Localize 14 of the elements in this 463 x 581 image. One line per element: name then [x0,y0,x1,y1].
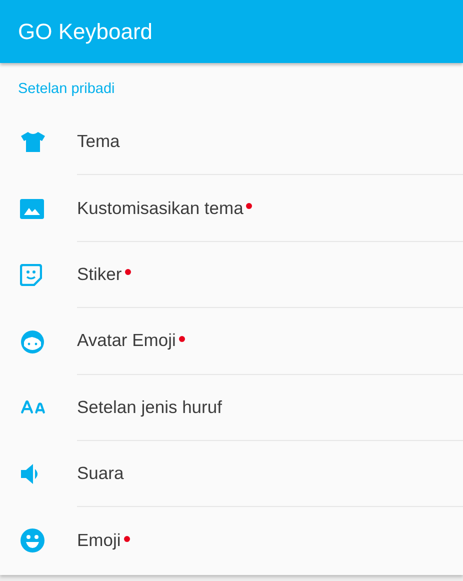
app-title: GO Keyboard [18,18,153,44]
section-title: Setelan pribadi [17,81,116,99]
menu-item[interactable]: Avatar Emoji [77,330,176,352]
menu-item[interactable]: Tema [77,131,120,152]
image-icon [20,198,44,219]
menu-item[interactable]: Suara [77,463,124,484]
menu-item[interactable]: Stiker [77,264,122,285]
smiley-icon [20,528,45,554]
menu-item[interactable]: Kustomisasikan tema [77,198,244,219]
face-icon [20,328,45,354]
sticker-icon [20,264,42,286]
menu-item[interactable]: Setelan jenis huruf [77,396,222,418]
shirt-icon [20,131,46,154]
menu-item[interactable]: Emoji [77,530,121,552]
